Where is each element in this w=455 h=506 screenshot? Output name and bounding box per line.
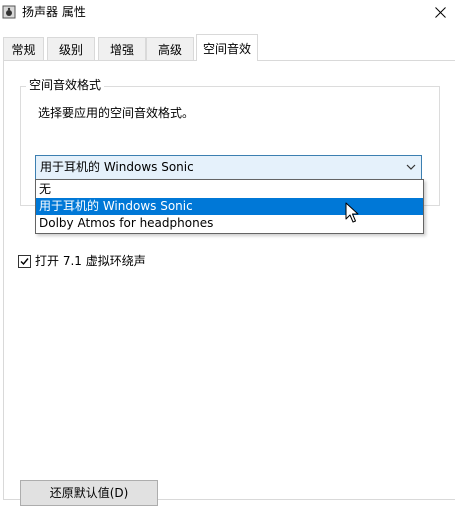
- virtual-surround-label: 打开 7.1 虚拟环绕声: [35, 254, 146, 268]
- spatial-format-dropdown-list: 无 用于耳机的 Windows Sonic Dolby Atmos for he…: [35, 179, 424, 234]
- dropdown-option-windows-sonic[interactable]: 用于耳机的 Windows Sonic: [36, 198, 423, 215]
- group-description: 选择要应用的空间音效格式。: [38, 106, 195, 120]
- dropdown-option-dolby-atmos[interactable]: Dolby Atmos for headphones: [36, 215, 423, 232]
- close-button[interactable]: [426, 0, 455, 24]
- mouse-cursor-icon: [345, 202, 359, 223]
- restore-defaults-button[interactable]: 还原默认值(D): [20, 480, 158, 506]
- speaker-icon: [2, 5, 16, 19]
- tab-strip: 常规 级别 增强 高级 空间音效: [0, 34, 455, 61]
- tab-spatial-sound[interactable]: 空间音效: [196, 34, 258, 61]
- virtual-surround-option[interactable]: 打开 7.1 虚拟环绕声: [18, 252, 146, 270]
- title-bar: 扬声器 属性: [0, 0, 455, 28]
- tab-levels[interactable]: 级别: [47, 37, 95, 60]
- group-title: 空间音效格式: [26, 77, 105, 93]
- tab-advanced[interactable]: 高级: [146, 37, 194, 60]
- tab-enhancements[interactable]: 增强: [98, 37, 146, 60]
- chevron-down-icon: [406, 164, 416, 170]
- window-title: 扬声器 属性: [22, 5, 86, 19]
- combobox-selected-value: 用于耳机的 Windows Sonic: [40, 160, 194, 174]
- checkmark-icon: [20, 257, 29, 265]
- close-icon: [435, 6, 446, 18]
- tab-general[interactable]: 常规: [3, 37, 44, 60]
- dropdown-option-none[interactable]: 无: [36, 181, 423, 198]
- spatial-format-combobox[interactable]: 用于耳机的 Windows Sonic: [35, 155, 422, 180]
- virtual-surround-checkbox[interactable]: [18, 254, 31, 268]
